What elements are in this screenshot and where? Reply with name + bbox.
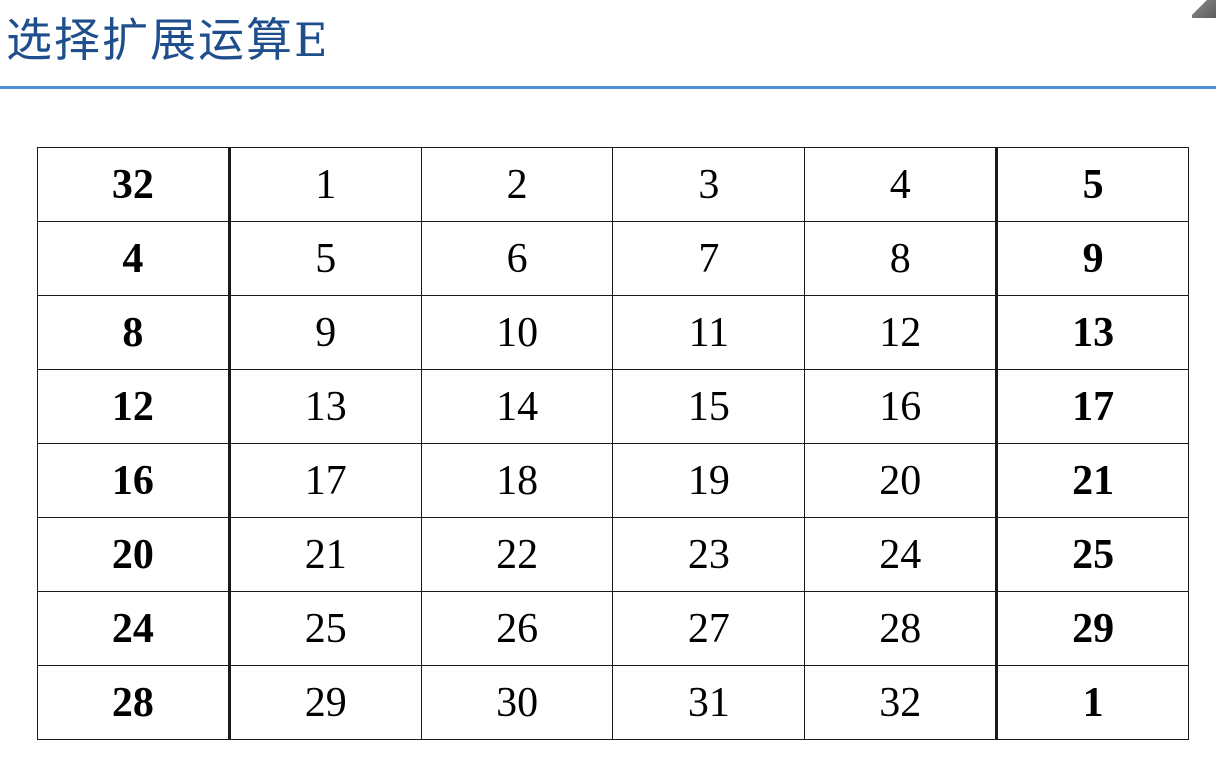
table-cell: 17 — [228, 443, 422, 518]
table-cell: 20 — [37, 517, 231, 592]
slide-title: 选择扩展运算E — [6, 13, 330, 67]
table-row: 8 9 10 11 12 13 — [37, 295, 1189, 370]
table-cell: 15 — [612, 369, 806, 444]
table-row: 4 5 6 7 8 9 — [37, 221, 1189, 296]
table-cell: 8 — [37, 295, 231, 370]
table-cell: 28 — [37, 665, 231, 740]
table-cell: 22 — [420, 517, 614, 592]
table-cell: 32 — [37, 147, 231, 222]
table-cell: 24 — [37, 591, 231, 666]
table-cell: 9 — [995, 221, 1189, 296]
table-cell: 16 — [37, 443, 231, 518]
table-cell: 26 — [420, 591, 614, 666]
table-cell: 20 — [804, 443, 998, 518]
table-cell: 27 — [612, 591, 806, 666]
table-row: 24 25 26 27 28 29 — [37, 591, 1189, 666]
table-row: 20 21 22 23 24 25 — [37, 517, 1189, 592]
table-cell: 18 — [420, 443, 614, 518]
table-row: 28 29 30 31 32 1 — [37, 665, 1189, 740]
table-cell: 32 — [804, 665, 998, 740]
table-cell: 19 — [612, 443, 806, 518]
corner-mark — [1192, 0, 1216, 18]
table-cell: 29 — [995, 591, 1189, 666]
table-cell: 12 — [37, 369, 231, 444]
table-cell: 31 — [612, 665, 806, 740]
table-row: 32 1 2 3 4 5 — [37, 147, 1189, 222]
table-cell: 1 — [228, 147, 422, 222]
table-cell: 30 — [420, 665, 614, 740]
expansion-table-body: 32 1 2 3 4 5 4 5 6 7 8 9 8 9 10 11 12 13… — [37, 147, 1189, 740]
title-underline — [0, 86, 1216, 89]
table-cell: 21 — [228, 517, 422, 592]
table-cell: 4 — [804, 147, 998, 222]
table-cell: 21 — [995, 443, 1189, 518]
table-cell: 25 — [995, 517, 1189, 592]
table-cell: 7 — [612, 221, 806, 296]
expansion-table: 32 1 2 3 4 5 4 5 6 7 8 9 8 9 10 11 12 13… — [37, 147, 1189, 740]
table-row: 16 17 18 19 20 21 — [37, 443, 1189, 518]
table-cell: 13 — [228, 369, 422, 444]
table-cell: 28 — [804, 591, 998, 666]
table-cell: 17 — [995, 369, 1189, 444]
table-row: 12 13 14 15 16 17 — [37, 369, 1189, 444]
table-cell: 3 — [612, 147, 806, 222]
table-cell: 11 — [612, 295, 806, 370]
table-cell: 16 — [804, 369, 998, 444]
table-cell: 9 — [228, 295, 422, 370]
table-cell: 1 — [995, 665, 1189, 740]
table-cell: 14 — [420, 369, 614, 444]
table-cell: 23 — [612, 517, 806, 592]
table-cell: 5 — [995, 147, 1189, 222]
table-cell: 10 — [420, 295, 614, 370]
table-cell: 5 — [228, 221, 422, 296]
table-cell: 24 — [804, 517, 998, 592]
table-cell: 6 — [420, 221, 614, 296]
table-cell: 2 — [420, 147, 614, 222]
table-cell: 25 — [228, 591, 422, 666]
slide: 选择扩展运算E 32 1 2 3 4 5 4 5 6 7 8 9 8 9 10 … — [0, 0, 1216, 763]
table-cell: 12 — [804, 295, 998, 370]
table-cell: 4 — [37, 221, 231, 296]
table-cell: 13 — [995, 295, 1189, 370]
table-cell: 8 — [804, 221, 998, 296]
table-cell: 29 — [228, 665, 422, 740]
